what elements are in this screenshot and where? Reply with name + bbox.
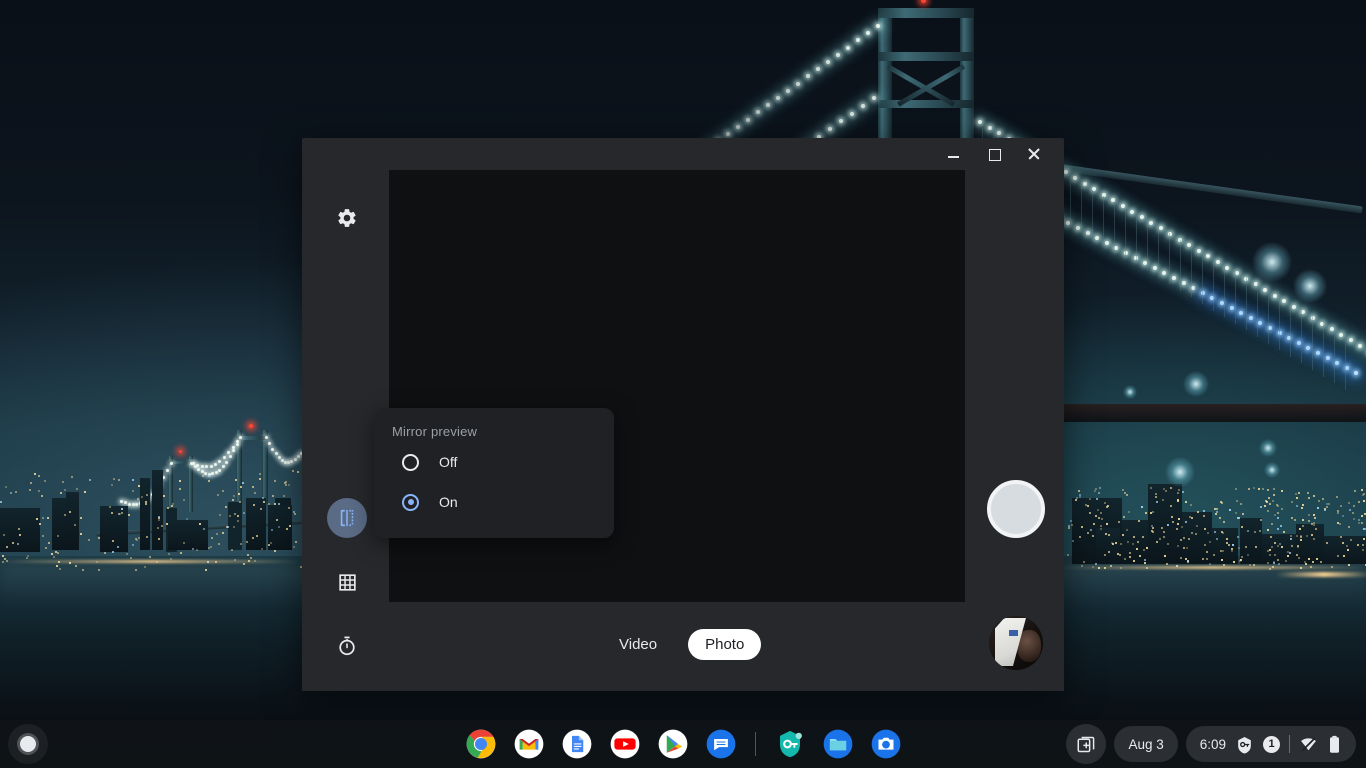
mirror-option-off-label: Off xyxy=(439,454,457,470)
shutter-button[interactable] xyxy=(987,480,1045,538)
battery-full-icon xyxy=(1327,735,1342,754)
chrome-icon xyxy=(466,729,496,759)
shelf-item-play-store[interactable] xyxy=(653,724,693,764)
date-tray-button[interactable]: Aug 3 xyxy=(1114,726,1177,762)
tray-divider xyxy=(1289,735,1290,753)
close-icon xyxy=(1028,148,1040,160)
shelf-item-passwords[interactable] xyxy=(770,724,810,764)
minimize-icon xyxy=(948,148,960,160)
gmail-icon xyxy=(514,729,544,759)
window-titlebar[interactable] xyxy=(302,138,1064,170)
play-store-icon xyxy=(658,729,688,759)
mirror-option-off[interactable]: Off xyxy=(392,445,614,479)
mode-photo[interactable]: Photo xyxy=(688,629,761,660)
shelf-item-messages[interactable] xyxy=(701,724,741,764)
mirror-icon xyxy=(336,507,358,529)
settings-icon xyxy=(336,207,358,229)
maximize-icon xyxy=(988,148,1000,160)
docs-icon xyxy=(562,729,592,759)
shelf: Aug 3 6:09 1 xyxy=(0,720,1366,768)
mode-video[interactable]: Video xyxy=(602,629,674,660)
mirror-preview-popover: Mirror preview Off On xyxy=(374,408,614,538)
shelf-separator xyxy=(755,732,756,756)
notification-count-badge: 1 xyxy=(1263,736,1280,753)
vpn-key-icon xyxy=(1235,735,1254,754)
system-tray: Aug 3 6:09 1 xyxy=(1066,724,1356,764)
camera-icon xyxy=(871,729,901,759)
grid-button[interactable] xyxy=(327,562,367,602)
password-manager-icon xyxy=(775,729,805,759)
shelf-item-docs[interactable] xyxy=(557,724,597,764)
youtube-icon xyxy=(610,729,640,759)
shelf-item-youtube[interactable] xyxy=(605,724,645,764)
shelf-item-gmail[interactable] xyxy=(509,724,549,764)
tray-date: Aug 3 xyxy=(1128,737,1163,752)
popover-title: Mirror preview xyxy=(392,424,614,439)
timer-icon xyxy=(336,635,358,657)
wifi-off-icon xyxy=(1299,735,1318,754)
shelf-item-chrome[interactable] xyxy=(461,724,501,764)
screen-capture-button[interactable] xyxy=(1066,724,1106,764)
mirror-option-on-label: On xyxy=(439,494,458,510)
timer-button[interactable] xyxy=(327,626,367,666)
thumbnail-photo xyxy=(989,616,1043,670)
maximize-button[interactable] xyxy=(974,138,1014,170)
mirror-option-on[interactable]: On xyxy=(392,485,614,519)
settings-button[interactable] xyxy=(327,198,367,238)
gallery-thumbnail-button[interactable] xyxy=(989,616,1043,670)
shelf-item-files[interactable] xyxy=(818,724,858,764)
mirror-preview-button[interactable] xyxy=(327,498,367,538)
screen-capture-icon xyxy=(1076,734,1097,755)
close-button[interactable] xyxy=(1014,138,1054,170)
grid-icon xyxy=(337,572,358,593)
camera-app-window: Mirror preview Off On Video Photo xyxy=(302,138,1064,691)
tray-time: 6:09 xyxy=(1200,737,1226,752)
shelf-item-camera[interactable] xyxy=(866,724,906,764)
radio-on[interactable] xyxy=(402,494,419,511)
capture-mode-switch[interactable]: Video Photo xyxy=(602,628,772,660)
files-icon xyxy=(823,729,853,759)
radio-off[interactable] xyxy=(402,454,419,471)
messages-icon xyxy=(706,729,736,759)
minimize-button[interactable] xyxy=(934,138,974,170)
status-tray-button[interactable]: 6:09 1 xyxy=(1186,726,1356,762)
